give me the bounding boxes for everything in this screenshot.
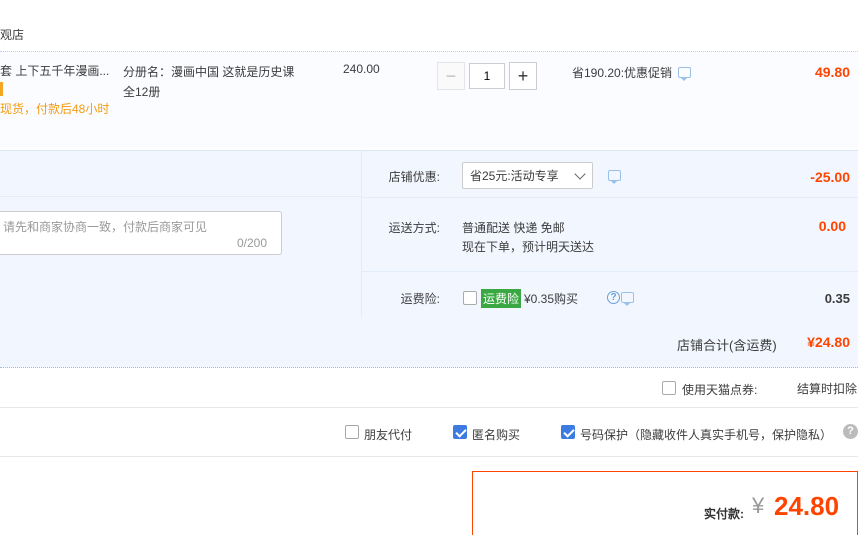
memo-char-count: 0/200: [237, 236, 268, 250]
yen-symbol: ¥: [752, 493, 765, 518]
discount-label: 店铺优惠:: [388, 170, 440, 184]
insurance-checkbox[interactable]: [463, 291, 477, 305]
chat-icon[interactable]: [678, 67, 692, 81]
divider: [362, 271, 858, 272]
shop-total-amount: ¥24.80: [807, 334, 850, 350]
insurance-price: ¥0.35购买: [524, 292, 579, 306]
anonymous-checkbox[interactable]: [453, 425, 467, 439]
payment-label: 实付款:: [704, 507, 744, 521]
item-unit-price: 240.00: [343, 62, 380, 76]
shop-total-label: 店铺合计(含运费): [677, 338, 777, 353]
friend-pay-label: 朋友代付: [364, 428, 413, 442]
insurance-badge: 运费险: [481, 289, 522, 308]
payment-amount: 24.80: [774, 491, 840, 521]
quantity-minus-button[interactable]: −: [437, 62, 465, 90]
divider: [362, 197, 858, 198]
coupon-note: 结算时扣除: [797, 382, 858, 396]
shipping-eta: 现在下单，预计明天送达: [462, 240, 595, 254]
divider: [0, 196, 362, 197]
item-title[interactable]: 套 上下五千年漫画...: [0, 62, 109, 79]
shipping-method: 普通配送 快递 免邮: [462, 221, 565, 235]
discount-selected: 省25元:活动专享: [470, 169, 559, 183]
chat-icon[interactable]: [621, 292, 635, 306]
item-tag: [0, 82, 3, 96]
phone-protect-checkbox[interactable]: [561, 425, 575, 439]
shipping-label: 运送方式:: [388, 221, 440, 235]
divider: [0, 456, 858, 457]
help-icon[interactable]: ?: [607, 291, 620, 304]
coupon-label: 使用天猫点券:: [682, 383, 758, 397]
item-promo-text: 省190.20:优惠促销: [572, 66, 673, 80]
memo-placeholder: 请先和商家协商一致，付款后商家可见: [3, 220, 208, 234]
friend-pay-checkbox[interactable]: [345, 425, 359, 439]
coupon-checkbox[interactable]: [662, 381, 676, 395]
quantity-input[interactable]: [469, 63, 505, 89]
divider: [0, 407, 858, 408]
discount-select[interactable]: 省25元:活动专享: [462, 162, 593, 189]
chevron-down-icon: [574, 168, 586, 180]
quantity-plus-button[interactable]: +: [509, 62, 537, 90]
phone-protect-label: 号码保护（隐藏收件人真实手机号，保护隐私）: [580, 428, 833, 442]
help-icon[interactable]: ?: [843, 424, 858, 439]
item-subtotal: 49.80: [814, 64, 850, 80]
chat-icon[interactable]: [608, 170, 621, 184]
item-spec: 分册名：漫画中国 这就是历史课 全12册: [123, 62, 323, 102]
item-spec-line2: 全12册: [123, 85, 161, 99]
shop-name[interactable]: 观店: [0, 26, 24, 43]
item-promo: 省190.20:优惠促销: [572, 64, 692, 81]
item-spec-line1: 分册名：漫画中国 这就是历史课: [123, 65, 295, 79]
anonymous-label: 匿名购买: [472, 428, 521, 442]
quantity-stepper: − +: [437, 62, 537, 90]
insurance-amount: 0.35: [824, 291, 850, 306]
shipping-amount: 0.00: [818, 218, 846, 234]
discount-amount: -25.00: [810, 169, 850, 185]
insurance-label: 运费险:: [400, 292, 440, 306]
item-delivery-note: 现货，付款后48小时: [0, 102, 110, 116]
